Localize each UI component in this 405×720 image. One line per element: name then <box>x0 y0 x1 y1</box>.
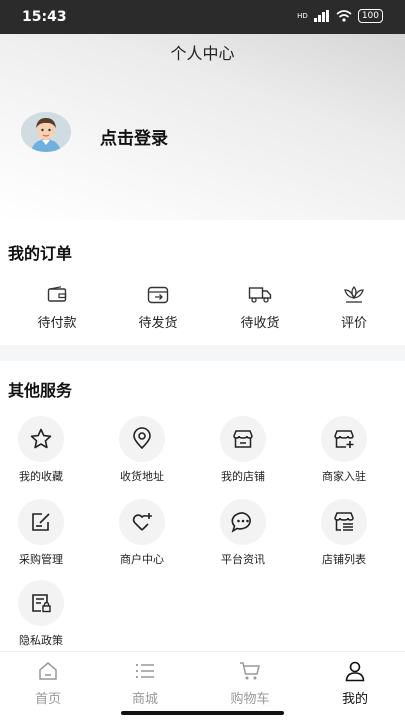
star-icon <box>30 428 52 449</box>
network-label: HD <box>297 12 308 20</box>
service-privacy-policy[interactable]: 隐私政策 <box>1 580 81 648</box>
cart-icon <box>240 662 260 680</box>
service-label: 收货地址 <box>120 470 164 483</box>
order-pending-shipment[interactable]: 待发货 <box>118 284 198 331</box>
other-services-section: 其他服务 我的收藏 收货地址 我的店铺 商家入驻 采购管理 商户中心 平台资讯 … <box>0 361 405 651</box>
service-label: 店铺列表 <box>322 553 366 566</box>
avatar-icon <box>21 112 71 152</box>
login-link[interactable]: 点击登录 <box>100 124 168 149</box>
order-pending-payment[interactable]: 待付款 <box>17 284 97 331</box>
truck-icon <box>248 287 272 303</box>
status-bar: 15:43 HD 100 <box>0 0 405 34</box>
store-list-icon <box>334 512 354 531</box>
service-merchant-join[interactable]: 商家入驻 <box>304 416 384 484</box>
service-label: 商户中心 <box>120 553 164 566</box>
service-label: 我的收藏 <box>19 470 63 483</box>
service-store-list[interactable]: 店铺列表 <box>304 499 384 567</box>
service-label: 我的店铺 <box>221 470 265 483</box>
tab-home[interactable]: 首页 <box>8 658 88 707</box>
my-orders-section: 我的订单 待付款 待发货 待收货 评价 <box>0 220 405 345</box>
service-label: 隐私政策 <box>19 634 63 647</box>
list-icon <box>135 663 154 679</box>
order-label: 评价 <box>340 316 367 331</box>
service-favorites[interactable]: 我的收藏 <box>1 416 81 484</box>
store-add-icon <box>334 430 354 448</box>
tab-cart[interactable]: 购物车 <box>210 658 290 707</box>
order-label: 待收货 <box>240 316 280 331</box>
order-label: 待发货 <box>138 316 178 331</box>
home-icon <box>39 662 57 680</box>
service-my-store[interactable]: 我的店铺 <box>203 416 283 484</box>
tab-mall[interactable]: 商城 <box>105 658 185 707</box>
home-indicator <box>121 711 284 715</box>
section-divider <box>0 345 405 361</box>
service-label: 商家入驻 <box>322 470 366 483</box>
service-procurement[interactable]: 采购管理 <box>1 499 81 567</box>
tab-label: 商城 <box>131 692 158 707</box>
ship-box-icon <box>147 286 169 304</box>
status-icons: HD 100 <box>297 9 383 23</box>
tab-label: 首页 <box>34 692 61 707</box>
order-label: 待付款 <box>37 316 77 331</box>
order-review[interactable]: 评价 <box>314 284 394 331</box>
order-pending-receipt[interactable]: 待收货 <box>220 284 300 331</box>
avatar[interactable] <box>21 112 71 152</box>
chat-bubble-icon <box>231 512 251 533</box>
edit-doc-icon <box>32 513 50 531</box>
location-pin-icon <box>133 427 151 450</box>
tab-mine[interactable]: 我的 <box>315 658 395 707</box>
profile-header: 个人中心 点击登录 <box>0 34 405 220</box>
battery-icon: 100 <box>357 9 383 23</box>
tab-label: 购物车 <box>230 692 270 707</box>
wallet-icon <box>47 286 67 302</box>
tab-label: 我的 <box>341 692 368 707</box>
service-label: 采购管理 <box>19 553 63 566</box>
store-icon <box>233 430 253 448</box>
heart-plus-icon <box>132 513 152 531</box>
service-platform-news[interactable]: 平台资讯 <box>203 499 283 567</box>
status-time: 15:43 <box>22 9 67 25</box>
lotus-icon <box>344 285 364 303</box>
services-title: 其他服务 <box>8 381 73 400</box>
service-label: 平台资讯 <box>221 553 265 566</box>
page-title: 个人中心 <box>170 44 235 63</box>
bottom-tab-bar: 首页 商城 购物车 我的 <box>0 651 405 720</box>
service-address[interactable]: 收货地址 <box>102 416 182 484</box>
orders-title: 我的订单 <box>8 244 73 263</box>
privacy-doc-icon <box>32 594 51 613</box>
wifi-icon <box>336 10 352 22</box>
user-icon <box>345 661 365 682</box>
service-merchant-center[interactable]: 商户中心 <box>102 499 182 567</box>
signal-icon <box>313 10 329 22</box>
